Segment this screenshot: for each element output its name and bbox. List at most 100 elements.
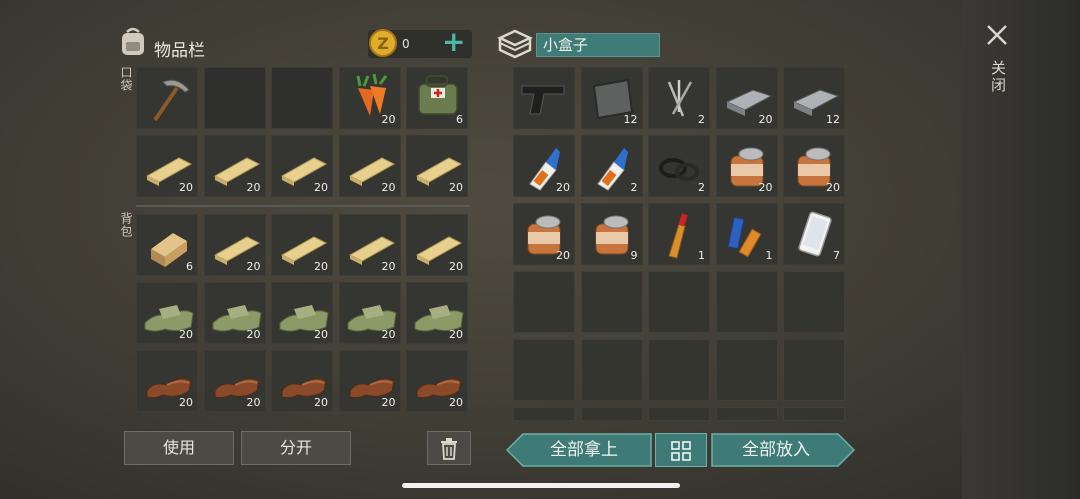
coin-icon: Z xyxy=(368,28,398,58)
take-all-button[interactable]: 全部拿上 xyxy=(522,433,646,467)
container-slot[interactable]: 12 xyxy=(783,67,845,129)
container-slot[interactable]: 20 xyxy=(513,135,575,197)
trash-button[interactable] xyxy=(427,431,471,465)
backpack-slot[interactable]: 20 xyxy=(338,350,401,412)
pocket-slot[interactable] xyxy=(271,67,333,129)
pocket-slot[interactable]: 20 xyxy=(271,135,333,197)
container-slot[interactable]: 20 xyxy=(715,67,778,129)
backpack-icon xyxy=(118,26,148,58)
container-empty-slot[interactable] xyxy=(580,339,643,401)
backpack-slot[interactable]: 20 xyxy=(338,214,401,276)
backpack-slot[interactable]: 20 xyxy=(203,282,266,344)
backpack-slot[interactable]: 20 xyxy=(136,350,198,412)
item-quantity: 20 xyxy=(246,181,261,194)
container-empty-slot[interactable] xyxy=(648,271,710,333)
pocket-slot[interactable]: 6 xyxy=(406,67,468,129)
pocket-label: 口袋 xyxy=(119,66,133,92)
item-quantity: 20 xyxy=(826,181,840,194)
pocket-slot[interactable]: 20 xyxy=(203,135,266,197)
item-quantity: 20 xyxy=(246,328,261,341)
pistol-icon xyxy=(514,68,576,130)
split-button[interactable]: 分开 xyxy=(241,431,351,465)
backpack-slot[interactable]: 20 xyxy=(406,214,468,276)
item-quantity: 6 xyxy=(186,260,193,273)
item-quantity: 20 xyxy=(449,260,463,273)
backpack-slot[interactable]: 20 xyxy=(406,350,468,412)
item-quantity: 20 xyxy=(449,328,463,341)
item-quantity: 20 xyxy=(556,181,570,194)
coin-count: 0 xyxy=(402,37,410,51)
container-slot[interactable]: 2 xyxy=(648,67,710,129)
item-quantity: 20 xyxy=(381,181,396,194)
backpack-slot[interactable]: 20 xyxy=(136,282,198,344)
container-slot[interactable]: 12 xyxy=(580,67,643,129)
container-title[interactable]: 小盒子 xyxy=(536,33,660,57)
container-slot[interactable]: 20 xyxy=(513,203,575,265)
pocket-slot[interactable] xyxy=(136,67,198,129)
container-empty-slot[interactable] xyxy=(580,271,643,333)
container-empty-slot[interactable] xyxy=(715,339,778,401)
close-icon xyxy=(987,25,1007,45)
container-empty-slot[interactable] xyxy=(648,339,710,401)
pocket-slot[interactable]: 20 xyxy=(338,135,401,197)
home-indicator xyxy=(402,483,680,488)
container-empty-slot[interactable] xyxy=(783,407,845,421)
container-empty-slot[interactable] xyxy=(513,339,575,401)
item-quantity: 7 xyxy=(833,249,840,262)
item-quantity: 12 xyxy=(826,113,840,126)
item-quantity: 20 xyxy=(246,396,261,409)
container-slot[interactable]: 2 xyxy=(580,135,643,197)
backpack-slot[interactable]: 20 xyxy=(271,350,333,412)
grid-icon xyxy=(671,441,691,461)
item-quantity: 2 xyxy=(698,181,705,194)
use-button[interactable]: 使用 xyxy=(124,431,234,465)
item-quantity: 20 xyxy=(381,396,396,409)
container-empty-slot[interactable] xyxy=(783,271,845,333)
pocket-slot[interactable]: 20 xyxy=(136,135,198,197)
container-slot[interactable]: 20 xyxy=(715,135,778,197)
container-slot[interactable]: 9 xyxy=(580,203,643,265)
trash-icon xyxy=(441,438,457,460)
close-label: 关闭 xyxy=(989,60,1007,94)
backpack-slot[interactable]: 20 xyxy=(271,282,333,344)
backpack-slot[interactable]: 20 xyxy=(338,282,401,344)
container-slot[interactable]: 1 xyxy=(715,203,778,265)
backpack-slot[interactable]: 20 xyxy=(203,350,266,412)
container-empty-slot[interactable] xyxy=(513,407,575,421)
container-empty-slot[interactable] xyxy=(783,339,845,401)
container-slot[interactable] xyxy=(513,67,575,129)
pocket-slot[interactable] xyxy=(203,67,266,129)
close-button[interactable]: 关闭 xyxy=(984,22,1012,122)
item-quantity: 20 xyxy=(758,181,773,194)
container-empty-slot[interactable] xyxy=(715,271,778,333)
backpack-slot[interactable]: 20 xyxy=(203,214,266,276)
container-empty-slot[interactable] xyxy=(648,407,710,421)
pocket-slot[interactable]: 20 xyxy=(406,135,468,197)
pocket-slot[interactable]: 20 xyxy=(338,67,401,129)
container-slot[interactable]: 1 xyxy=(648,203,710,265)
item-quantity: 20 xyxy=(314,260,328,273)
sort-button[interactable] xyxy=(655,433,707,467)
container-empty-slot[interactable] xyxy=(513,271,575,333)
backpack-slot[interactable]: 20 xyxy=(271,214,333,276)
item-quantity: 6 xyxy=(456,113,463,126)
container-slot[interactable]: 2 xyxy=(648,135,710,197)
item-quantity: 20 xyxy=(179,181,193,194)
add-coins-button[interactable]: + xyxy=(442,27,465,57)
item-quantity: 20 xyxy=(381,328,396,341)
container-empty-slot[interactable] xyxy=(715,407,778,421)
item-quantity: 20 xyxy=(179,396,193,409)
put-all-button[interactable]: 全部放入 xyxy=(712,433,840,467)
backpack-slot[interactable]: 20 xyxy=(406,282,468,344)
container-empty-slot[interactable] xyxy=(580,407,643,421)
container-slot[interactable]: 20 xyxy=(783,135,845,197)
container-slot[interactable]: 7 xyxy=(783,203,845,265)
item-quantity: 20 xyxy=(449,396,463,409)
inventory-divider xyxy=(136,205,470,207)
backpack-label: 背包 xyxy=(119,212,133,238)
item-quantity: 9 xyxy=(630,249,638,262)
svg-text:Z: Z xyxy=(377,34,389,53)
box-icon xyxy=(497,28,533,60)
item-quantity: 12 xyxy=(623,113,638,126)
backpack-slot[interactable]: 6 xyxy=(136,214,198,276)
